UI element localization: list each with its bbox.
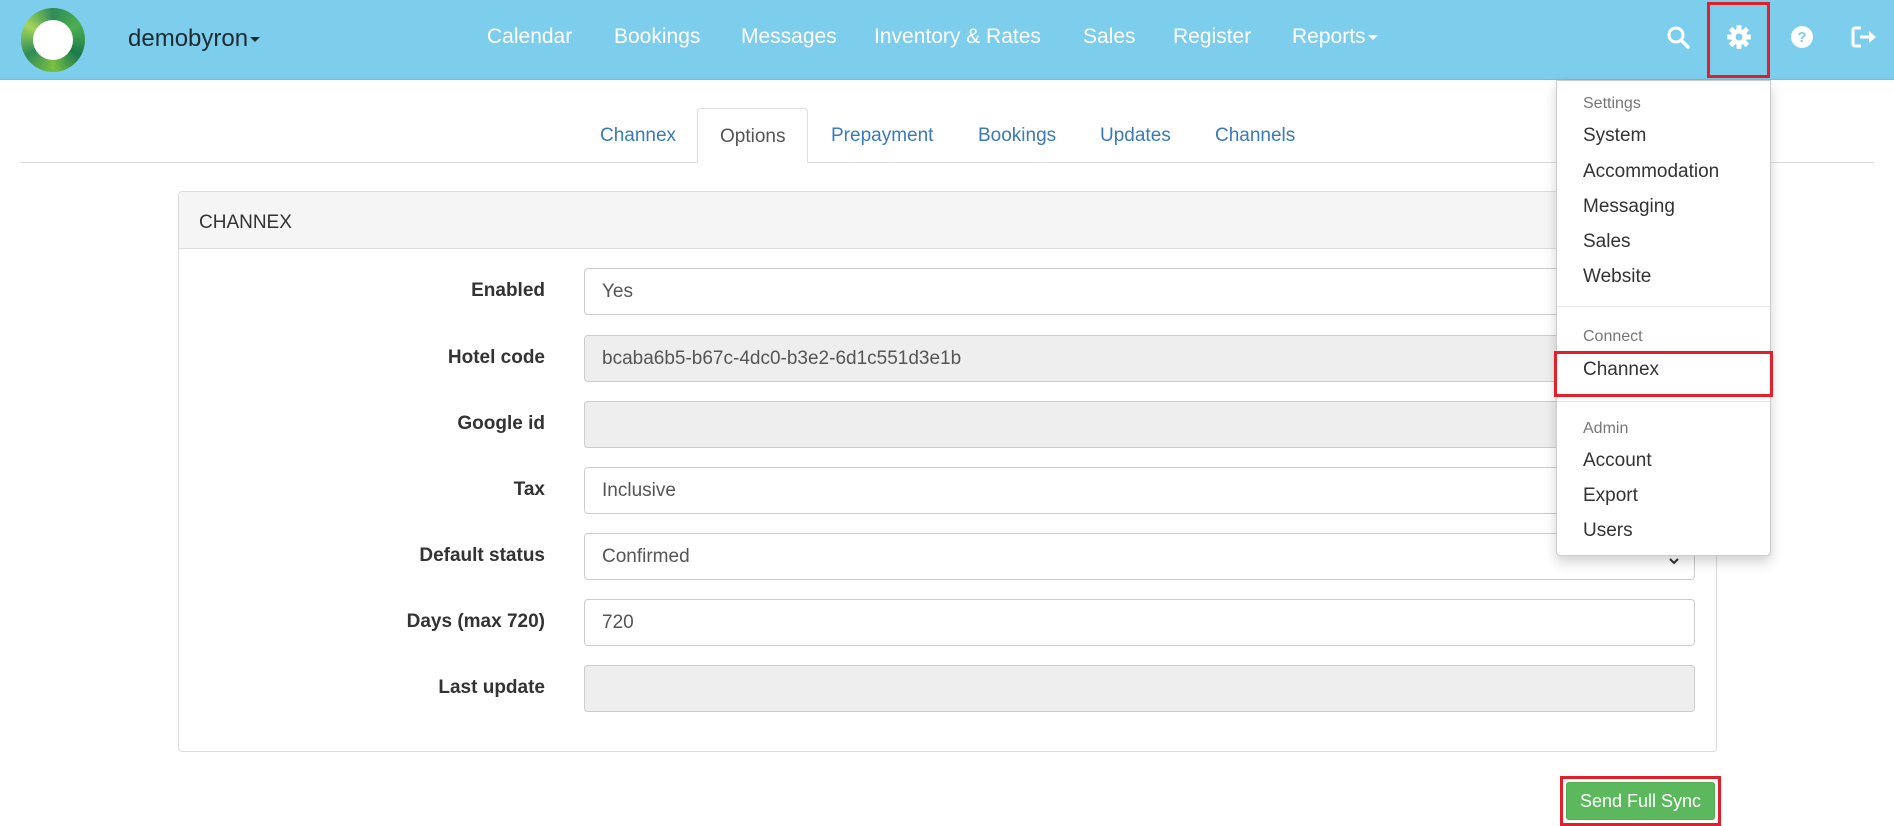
channex-panel: CHANNEX Enabled Yes Hotel code bcaba6b5-… <box>178 191 1717 752</box>
menu-item-channex[interactable]: Channex <box>1583 359 1659 381</box>
settings-dropdown-menu: Settings System Accommodation Messaging … <box>1554 80 1773 556</box>
menu-item-website[interactable]: Website <box>1583 266 1651 288</box>
nav-messages[interactable]: Messages <box>741 25 837 49</box>
days-input[interactable]: 720 <box>584 599 1695 646</box>
days-label: Days (max 720) <box>406 611 545 632</box>
nav-reports[interactable]: Reports <box>1292 25 1378 49</box>
enabled-select[interactable]: Yes <box>584 268 1695 315</box>
chevron-down-icon <box>1367 34 1378 40</box>
default-status-label: Default status <box>419 545 545 566</box>
logout-icon[interactable] <box>1849 22 1879 52</box>
nav-calendar[interactable]: Calendar <box>487 25 572 49</box>
menu-item-export[interactable]: Export <box>1583 485 1638 507</box>
hotel-code-value: bcaba6b5-b67c-4dc0-b3e2-6d1c551d3e1b <box>602 348 962 369</box>
last-update-label: Last update <box>438 677 545 698</box>
dropdown-header-connect: Connect <box>1583 328 1643 345</box>
hotel-code-field[interactable]: bcaba6b5-b67c-4dc0-b3e2-6d1c551d3e1b <box>584 335 1695 382</box>
menu-item-system[interactable]: System <box>1583 125 1646 147</box>
menu-item-sales[interactable]: Sales <box>1583 231 1631 253</box>
chevron-down-icon <box>250 37 261 43</box>
gear-icon[interactable] <box>1724 22 1754 52</box>
days-value: 720 <box>602 612 634 633</box>
last-update-field[interactable] <box>584 665 1695 712</box>
nav-inventory-rates[interactable]: Inventory & Rates <box>874 25 1041 49</box>
google-id-label: Google id <box>457 413 545 434</box>
tax-value: Inclusive <box>602 480 676 501</box>
menu-item-accommodation[interactable]: Accommodation <box>1583 161 1719 183</box>
tab-prepayment[interactable]: Prepayment <box>809 108 955 163</box>
nav-sales[interactable]: Sales <box>1083 25 1136 49</box>
nav-reports-label: Reports <box>1292 25 1366 48</box>
top-navbar: demobyron Calendar Bookings Messages Inv… <box>0 0 1894 80</box>
panel-heading: CHANNEX <box>179 192 1716 249</box>
nav-register[interactable]: Register <box>1173 25 1251 49</box>
nav-bookings[interactable]: Bookings <box>614 25 700 49</box>
hotel-code-label: Hotel code <box>447 347 545 368</box>
enabled-label: Enabled <box>471 280 545 301</box>
svg-text:?: ? <box>1797 29 1806 46</box>
property-name: demobyron <box>128 25 249 52</box>
tab-bookings[interactable]: Bookings <box>956 108 1078 163</box>
dropdown-header-admin: Admin <box>1583 420 1629 437</box>
menu-item-messaging[interactable]: Messaging <box>1583 196 1675 218</box>
dropdown-header-settings: Settings <box>1583 95 1641 112</box>
search-icon[interactable] <box>1663 22 1693 52</box>
menu-item-account[interactable]: Account <box>1583 450 1652 472</box>
menu-divider <box>1557 401 1770 402</box>
menu-divider <box>1557 306 1770 307</box>
google-id-field[interactable] <box>584 401 1695 448</box>
default-status-value: Confirmed <box>602 546 690 567</box>
app-logo[interactable] <box>21 8 85 72</box>
tax-label: Tax <box>513 479 545 500</box>
property-switcher[interactable]: demobyron <box>128 25 261 53</box>
help-icon[interactable]: ? <box>1787 22 1817 52</box>
sync-highlight: Send Full Sync <box>1560 776 1721 826</box>
tab-channex[interactable]: Channex <box>578 108 698 163</box>
tab-options[interactable]: Options <box>697 108 809 163</box>
default-status-select[interactable]: Confirmed <box>584 533 1695 580</box>
tab-updates[interactable]: Updates <box>1078 108 1193 163</box>
tax-select[interactable]: Inclusive <box>584 467 1695 514</box>
tab-channels[interactable]: Channels <box>1193 108 1317 163</box>
send-full-sync-button[interactable]: Send Full Sync <box>1566 782 1715 820</box>
menu-item-users[interactable]: Users <box>1583 520 1633 542</box>
enabled-value: Yes <box>602 281 633 302</box>
